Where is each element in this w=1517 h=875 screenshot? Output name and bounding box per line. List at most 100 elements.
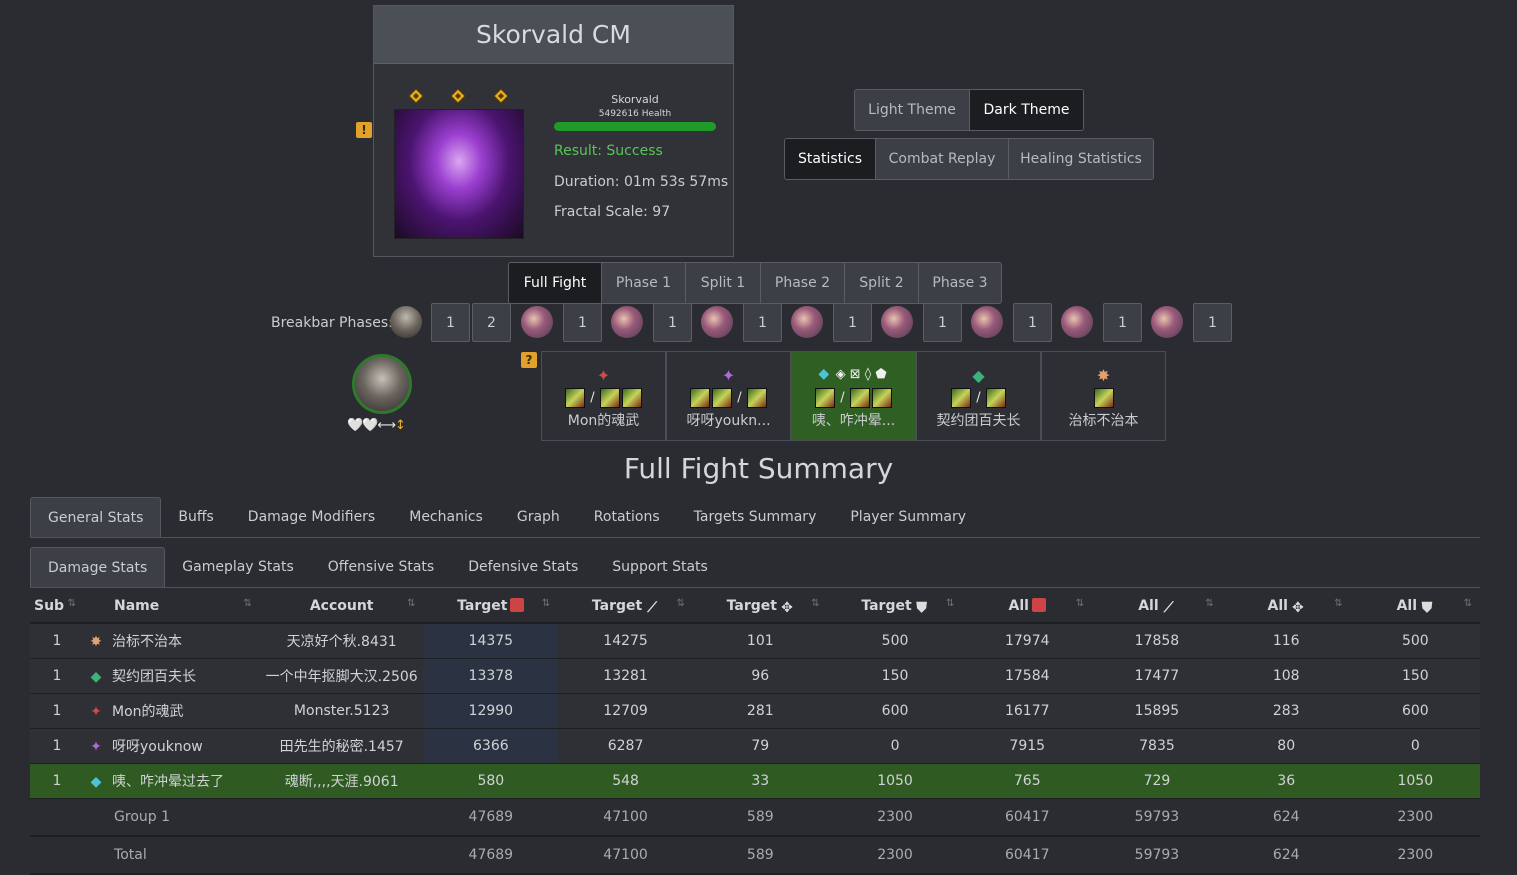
tab-defensive-stats[interactable]: Defensive Stats — [451, 547, 595, 587]
table-footer-row: Total 47689 47100 589 2300 60417 59793 624 2300 — [30, 836, 1480, 875]
table-row[interactable]: 1 ✸ 治标不治本 天凉好个秋.8431 14375 14275 101 500 17974 17… — [30, 623, 1480, 659]
table-row[interactable]: 1 ◆ 契约团百夫长 一个中年抠脚大汉.2506 13378 13281 96 150 1758… — [30, 658, 1480, 694]
table-row[interactable]: 1 ✦ Mon的魂武 Monster.5123 12990 12709 281 600 1617… — [30, 693, 1480, 729]
col-target-dps[interactable]: Target ⇅ — [423, 590, 559, 624]
sort-icon: ⇅ — [243, 598, 252, 609]
cell-value: 47689 — [423, 836, 559, 875]
col-label: Sub — [34, 598, 65, 614]
tab-damage-stats[interactable]: Damage Stats — [30, 547, 166, 587]
phase-1[interactable]: Phase 1 — [602, 263, 686, 303]
statistics-button[interactable]: Statistics — [785, 139, 876, 179]
col-all-dps[interactable]: All ⇅ — [962, 590, 1093, 624]
question-icon[interactable]: ? — [521, 352, 537, 368]
cell-value: 589 — [692, 798, 828, 837]
cell-name: ◆ 咦、咋冲晕过去了 — [84, 763, 260, 799]
boss-health: 5492616 Health — [598, 109, 672, 119]
dark-theme-button[interactable]: Dark Theme — [970, 90, 1083, 130]
tab-buffs[interactable]: Buffs — [161, 497, 230, 537]
table-row[interactable]: 1 ◆ 咦、咋冲晕过去了 魂断,,,,天涯.9061 580 548 33 1050 765 72… — [30, 763, 1480, 799]
col-label: Account — [309, 598, 374, 614]
cell-value: 60417 — [962, 836, 1093, 875]
player-card[interactable]: ✦ / Mon的魂武 — [541, 351, 666, 441]
cell-value: 7835 — [1092, 728, 1222, 764]
cell-value: 79 — [692, 728, 828, 764]
view-switcher: Statistics Combat Replay Healing Statist… — [784, 138, 1154, 180]
warning-icon[interactable]: ! — [356, 122, 372, 138]
col-target-condi[interactable]: Target ✥ ⇅ — [692, 590, 828, 624]
sort-icon: ⇅ — [1463, 598, 1472, 609]
player-card[interactable]: ✦ / 呀呀youkn... — [666, 351, 791, 441]
col-all-breakbar[interactable]: All ⛊ ⇅ — [1350, 590, 1480, 624]
col-target-power[interactable]: Target ⟋ ⇅ — [558, 590, 693, 624]
breakbar-phase-button[interactable]: 1 — [1193, 303, 1232, 342]
player-card-selected[interactable]: ◆ ◈ ⊠ ◊ ⬟ / 咦、咋冲晕... — [791, 351, 916, 441]
cell-value: 96 — [692, 658, 828, 694]
tab-damage-modifiers[interactable]: Damage Modifiers — [231, 497, 392, 537]
tab-gameplay-stats[interactable]: Gameplay Stats — [165, 547, 311, 587]
tab-rotations[interactable]: Rotations — [577, 497, 677, 537]
cell-value: 13281 — [558, 658, 693, 694]
breakbar-phase-button[interactable]: 1 — [1103, 303, 1142, 342]
breakbar-phase-button[interactable]: 1 — [653, 303, 692, 342]
tab-mechanics[interactable]: Mechanics — [392, 497, 500, 537]
col-all-power[interactable]: All ⟋ ⇅ — [1092, 590, 1222, 624]
theme-switcher: Light Theme Dark Theme — [854, 89, 1084, 131]
breakbar-phase-button[interactable]: 1 — [923, 303, 962, 342]
profession-glyph: ◆ — [818, 366, 830, 382]
tab-targets-summary[interactable]: Targets Summary — [677, 497, 834, 537]
col-label: Target — [726, 598, 777, 614]
weapon-set-icons — [1042, 388, 1165, 408]
player-card[interactable]: ◆ / 契约团百夫长 — [916, 351, 1041, 441]
col-target-breakbar[interactable]: Target ⛊ ⇅ — [827, 590, 963, 624]
tab-offensive-stats[interactable]: Offensive Stats — [311, 547, 451, 587]
weapon-set-icons: / — [667, 388, 790, 408]
phase-full-fight[interactable]: Full Fight — [509, 263, 602, 303]
breakbar-icon: ⛊ — [1421, 600, 1433, 616]
table-row[interactable]: 1 ✦ 呀呀youknow 田先生的秘密.1457 6366 6287 79 0 7915 783… — [30, 728, 1480, 764]
profession-icon: ✸ — [90, 634, 102, 650]
cell-value: 7915 — [962, 728, 1093, 764]
anomaly-avatar-icon — [1151, 306, 1183, 338]
combat-replay-button[interactable]: Combat Replay — [876, 139, 1009, 179]
col-account[interactable]: Account ⇅ — [259, 590, 424, 624]
tab-player-summary[interactable]: Player Summary — [833, 497, 983, 537]
cell-empty — [259, 798, 424, 837]
phase-2[interactable]: Phase 2 — [761, 263, 845, 303]
light-theme-button[interactable]: Light Theme — [855, 90, 970, 130]
cell-account: 天凉好个秋.8431 — [259, 623, 424, 659]
split-1[interactable]: Split 1 — [686, 263, 761, 303]
profession-icon: ✦ — [90, 739, 102, 755]
cell-value: 0 — [1350, 728, 1480, 764]
player-name: Mon的魂武 — [112, 704, 184, 720]
cell-value: 14375 — [423, 623, 559, 659]
tab-graph[interactable]: Graph — [500, 497, 577, 537]
breakbar-phase-button[interactable]: 1 — [563, 303, 602, 342]
phase-3[interactable]: Phase 3 — [919, 263, 1001, 303]
breakbar-phase-button[interactable]: 2 — [472, 303, 511, 342]
player-card[interactable]: ✸ 治标不治本 — [1041, 351, 1166, 441]
breakbar-phase-button[interactable]: 1 — [833, 303, 872, 342]
tab-general-stats[interactable]: General Stats — [30, 497, 162, 537]
cell-value: 500 — [1350, 623, 1480, 659]
breakbar-phases-label: Breakbar Phases: — [271, 315, 393, 331]
anomaly-avatar-icon — [881, 306, 913, 338]
col-sub[interactable]: Sub ⇅ — [30, 590, 85, 624]
utility-icons: ◈ ⊠ ◊ ⬟ — [835, 367, 887, 382]
cell-value: 150 — [827, 658, 963, 694]
col-name[interactable]: Name ⇅ — [84, 590, 260, 624]
cell-value: 624 — [1221, 836, 1351, 875]
healing-statistics-button[interactable]: Healing Statistics — [1009, 139, 1153, 179]
target-status-icons: 🤍🤍⟷↕ — [347, 418, 406, 433]
cell-value: 1050 — [1350, 763, 1480, 799]
breakbar-phase-button[interactable]: 1 — [431, 303, 470, 342]
split-2[interactable]: Split 2 — [845, 263, 919, 303]
breakbar-phase-button[interactable]: 1 — [743, 303, 782, 342]
player-name: 咦、咋冲晕过去了 — [112, 774, 225, 790]
col-all-condi[interactable]: All ✥ ⇅ — [1221, 590, 1351, 624]
breakbar-phase-button[interactable]: 1 — [1013, 303, 1052, 342]
target-portrait[interactable] — [352, 354, 412, 414]
col-label: All — [1138, 598, 1159, 614]
cell-value: 624 — [1221, 798, 1351, 837]
anomaly-avatar-icon — [701, 306, 733, 338]
tab-support-stats[interactable]: Support Stats — [595, 547, 725, 587]
